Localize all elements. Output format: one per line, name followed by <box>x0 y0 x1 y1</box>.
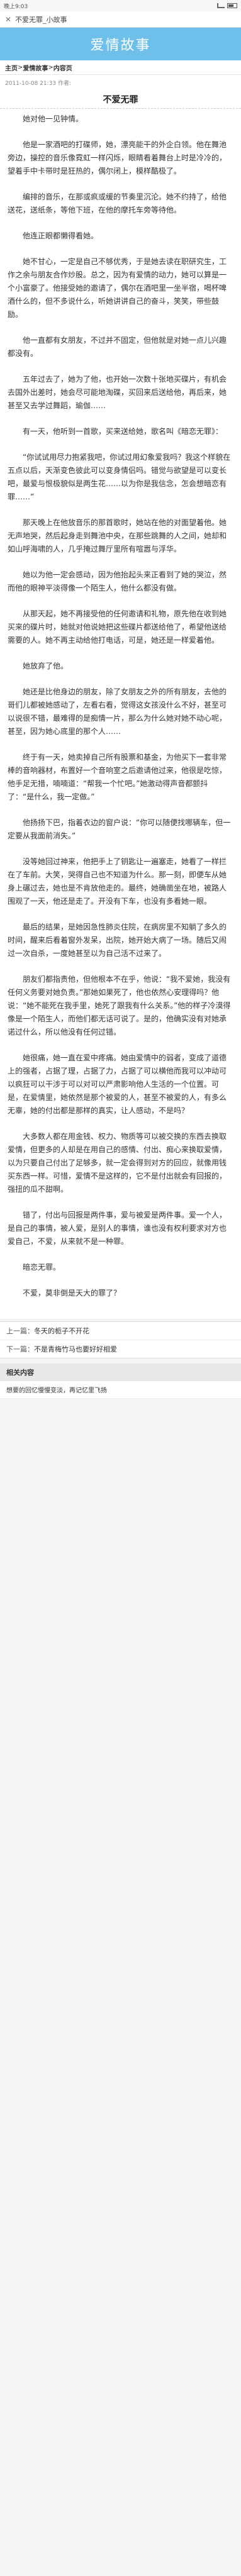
breadcrumb-separator: > <box>48 64 53 71</box>
article-title: 不爱无罪 <box>0 88 241 109</box>
close-icon[interactable]: ✕ <box>5 15 11 24</box>
next-title[interactable]: 不是青梅竹马也要好好相爱 <box>34 1345 117 1353</box>
article-meta: 2011-10-08 21:33 作者: <box>0 75 241 88</box>
breadcrumb-current: 内容页 <box>53 65 72 72</box>
article-body: 她对他一见钟情。 他是一家酒吧的打碟师，她，漂亮能干的外企白领。他在舞池旁边，操… <box>0 109 241 1319</box>
related-heading: 相关内容 <box>0 1363 241 1381</box>
article-paragraph: 有一天，他听到一首歌，买来送给她，歌名叫《暗恋无罪》： <box>23 427 223 436</box>
next-article-link[interactable]: 下一篇：不是青梅竹马也要好好相爱 <box>0 1340 241 1358</box>
article-paragraph: 编排的音乐，在那或疯或缓的节奏里沉沦。她不约持了，给他送花，送纸条，等他下班，在… <box>8 192 227 214</box>
tab-title[interactable]: 不爱无罪_小故事 <box>15 14 67 25</box>
article-paragraph: 他是一家酒吧的打碟师，她，漂亮能干的外企白领。他在舞池旁边，操控的音乐像霓虹一样… <box>8 140 227 175</box>
article-paragraph: 没等她回过神来，他把手上了钥匙让一遍塞走，她看了一样拦在了车前。大笑，哭得自己也… <box>8 857 227 906</box>
article-paragraph: 那天晚上在他放音乐的那首歌时，她站在他的对面望着他。她无声地哭，然后起身走到舞池… <box>8 518 227 553</box>
signal-icon <box>217 3 225 8</box>
article-paragraph: 五年过去了，她为了他，也开始一次数十张地买碟片，有机会去国外出差时，她会尽可能地… <box>8 375 227 410</box>
article-paragraph: 他扬扬下巴，指着衣边的窗户说：“你可以随便找哪辆车，但一定要从我面前消失。” <box>8 818 231 840</box>
prev-article-link[interactable]: 上一篇：冬天的栀子不开花 <box>0 1322 241 1340</box>
article-paragraph: 终于有一天，她卖掉自己所有股票和基金，为他买下一套非常棒的音响器材，布置好一个音… <box>8 753 227 801</box>
breadcrumb-home[interactable]: 主页 <box>5 63 18 72</box>
article-paragraph: 不爱，莫非倒是天大的罪了？ <box>23 1289 121 1297</box>
article-paragraph: 她对他一见钟情。 <box>23 114 84 123</box>
article-paragraph: 暗恋无罪。 <box>23 1263 61 1272</box>
site-banner[interactable]: 爱情故事 <box>0 28 241 60</box>
article-pager: 上一篇：冬天的栀子不开花 下一篇：不是青梅竹马也要好好相爱 <box>0 1321 241 1358</box>
article-paragraph: “你试试用尽力抱紧我吧，你试过用幻象爱我吗？我这个样貌在五点以后，天渐变色彼此可… <box>8 453 231 501</box>
article-paragraph: 她很痛，她一直在爱中疼痛。她由爱情中的弱者，变成了道德上的强者，占据了理，占据了… <box>8 1053 227 1115</box>
article-paragraph: 她不甘心，一定是自己不够优秀，于是她去读在职研究生，工作之余与朋友合作炒股。总之… <box>8 257 227 319</box>
status-time: 晚上9:03 <box>4 3 28 10</box>
article-paragraph: 她还是比他身边的朋友，除了女朋友之外的所有朋友，去他的哥们儿都被她感动了，左看右… <box>8 687 227 736</box>
status-icons <box>217 3 237 8</box>
article-paragraph: 从那天起，她不再接受他的任何邀请和礼物，原先他在收到她买来的碟片时，她就对他说她… <box>8 609 227 645</box>
article-paragraph: 她以为他一定会感动，因为他抬起头来正看到了她的哭泣，然而他的眼神平淡得像一个陌生… <box>8 570 227 592</box>
related-list: 想要的回忆慢慢变淡，再记忆里飞扬 <box>0 1381 241 1399</box>
article-paragraph: 他一直都有女朋友，不过并不固定，但他就是对她一点儿兴趣都没有。 <box>8 336 227 358</box>
related-item[interactable]: 想要的回忆慢慢变淡，再记忆里飞扬 <box>0 1381 241 1399</box>
breadcrumb-category[interactable]: 爱情故事 <box>23 63 48 72</box>
article-paragraph: 他连正眼都懒得看她。 <box>23 231 99 240</box>
breadcrumb-separator: > <box>18 64 23 71</box>
status-bar: 晚上9:03 <box>0 0 241 11</box>
article-paragraph: 错了，付出与回报是两件事，爱与被爱是两件事。爱一个人，是自己的事情，被人爱，是别… <box>8 1211 227 1246</box>
article-paragraph: 朋友们都指责他，但他根本不在乎，他说：“我不爱她，我没有任何义务要对她负责。”那… <box>8 975 231 1036</box>
article-paragraph: 她放弃了他。 <box>23 662 69 670</box>
next-label: 下一篇： <box>6 1345 34 1353</box>
browser-tab-bar: ✕ 不爱无罪_小故事 <box>0 11 241 28</box>
breadcrumb: 主页 > 爱情故事 > 内容页 <box>0 60 241 75</box>
article-paragraph: 大多数人都在用金钱、权力、物质等可以被交换的东西去换取爱情，但更多的人却是在用自… <box>8 1132 227 1194</box>
battery-icon <box>227 3 237 8</box>
site-name[interactable]: 爱情故事 <box>90 34 150 54</box>
prev-label: 上一篇： <box>6 1327 34 1335</box>
prev-title[interactable]: 冬天的栀子不开花 <box>34 1327 89 1335</box>
article-paragraph: 最后的结果，是她因急性肺炎住院，在病房里不知躺了多久的时间，醒来后看着窗外发呆，… <box>8 923 227 958</box>
